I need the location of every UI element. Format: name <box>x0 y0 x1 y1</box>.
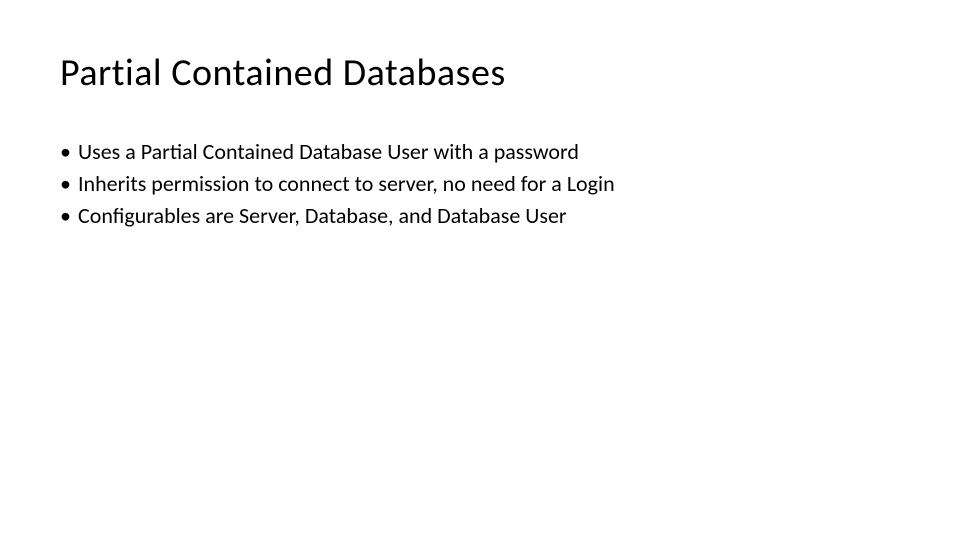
list-item: Configurables are Server, Database, and … <box>60 200 900 232</box>
list-item: Inherits permission to connect to server… <box>60 168 900 200</box>
slide-title: Partial Contained Databases <box>60 50 900 96</box>
bullet-list: Uses a Partial Contained Database User w… <box>60 136 900 232</box>
list-item: Uses a Partial Contained Database User w… <box>60 136 900 168</box>
